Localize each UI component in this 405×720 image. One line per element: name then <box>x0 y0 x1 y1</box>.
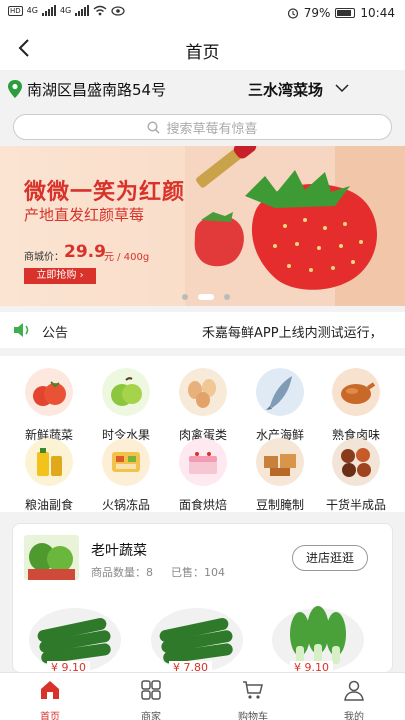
alarm-icon <box>287 8 298 19</box>
visit-shop-button[interactable]: 进店逛逛 <box>292 545 368 571</box>
announcement-text: 禾嘉每鲜APP上线内测试运行， <box>202 326 383 341</box>
home-icon <box>41 681 59 699</box>
pager-dot-active <box>198 294 214 300</box>
category-grain-oil[interactable]: 粮油副食 <box>14 438 84 513</box>
nav-bar: 首页 <box>0 28 405 70</box>
category-fruits[interactable]: 时令水果 <box>91 368 161 443</box>
cart-icon <box>243 681 263 699</box>
pager-dot <box>224 294 230 300</box>
buy-now-button[interactable]: 立即抢购 › <box>24 268 96 284</box>
banner-pager <box>182 294 230 300</box>
search-icon <box>147 120 161 134</box>
category-bakery[interactable]: 面食烘焙 <box>168 438 238 513</box>
location-pin-icon <box>8 80 22 98</box>
hotpot-icon <box>102 438 150 486</box>
product-card[interactable]: ¥ 9.10 <box>270 600 366 672</box>
fish-icon <box>256 368 304 416</box>
user-icon <box>344 680 364 701</box>
battery-percent: 79% <box>303 6 331 20</box>
tomato-icon <box>25 368 73 416</box>
battery-icon <box>335 8 356 18</box>
category-hotpot-frozen[interactable]: 火锅冻品 <box>91 438 161 513</box>
banner-price-label: 商城价： <box>24 252 64 263</box>
shop-name: 老叶蔬菜 <box>91 543 147 559</box>
hd-badge: HD <box>8 5 23 16</box>
roast-chicken-icon <box>332 368 380 416</box>
oil-icon <box>25 438 73 486</box>
product-card[interactable]: ¥ 7.80 <box>149 600 245 672</box>
category-grid: 新鲜蔬菜 时令水果 肉禽蛋类 水产海鲜 熟食卤味 粮油副食 火锅冻品 面食烘焙 … <box>0 356 405 512</box>
banner-headline: 微微一笑为红颜 <box>24 180 186 205</box>
shop-card[interactable]: 老叶蔬菜 商品数量：8 已售：104 进店逛逛 ¥ 9.10 ¥ 7.80 ¥ … <box>12 523 393 673</box>
tab-merchants[interactable]: 商家 <box>121 679 181 720</box>
category-seafood[interactable]: 水产海鲜 <box>245 368 315 443</box>
announcement-label: 公告 <box>42 326 69 341</box>
shop-thumbnail <box>24 535 79 580</box>
shop-sold-count: 已售：104 <box>171 566 225 579</box>
shop-goods-count: 商品数量：8 <box>91 566 153 579</box>
signal-icon-2 <box>75 5 90 16</box>
grid-icon <box>141 680 161 700</box>
announcement-bar[interactable]: 公告 禾嘉每鲜APP上线内测试运行， <box>0 312 405 348</box>
banner-subtitle: 产地直发红颜草莓 <box>24 206 145 224</box>
signal-icon <box>41 5 56 16</box>
eggs-icon <box>179 368 227 416</box>
strawberry-image <box>185 146 405 306</box>
tab-cart[interactable]: 购物车 <box>223 679 283 720</box>
promo-banner[interactable]: 微微一笑为红颜 产地直发红颜草莓 商城价： 29.9 元 / 400g 立即抢购… <box>0 146 405 306</box>
wifi-icon <box>93 5 107 16</box>
category-tofu-pickled[interactable]: 豆制腌制 <box>245 438 315 513</box>
speaker-icon <box>14 323 29 337</box>
chevron-down-icon[interactable] <box>335 82 349 94</box>
category-deli[interactable]: 熟食卤味 <box>321 368 391 443</box>
tab-profile[interactable]: 我的 <box>324 679 384 720</box>
category-meat-eggs[interactable]: 肉禽蛋类 <box>168 368 238 443</box>
search-section: 搜索草莓有惊喜 <box>0 108 405 146</box>
dried-goods-icon <box>332 438 380 486</box>
carrier-1: 4G <box>26 6 38 15</box>
category-vegetables[interactable]: 新鲜蔬菜 <box>14 368 84 443</box>
location-bar: 南湖区昌盛南路54号 三水湾菜场 <box>0 70 405 108</box>
category-dried-goods[interactable]: 干货半成品 <box>321 438 391 513</box>
tab-home[interactable]: 首页 <box>20 679 80 720</box>
bottom-tab-bar: 首页 商家 购物车 我的 <box>0 672 405 720</box>
product-card[interactable]: ¥ 9.10 <box>27 600 123 672</box>
store-selector[interactable]: 三水湾菜场 <box>248 79 323 100</box>
eye-icon <box>111 5 125 16</box>
apple-icon <box>102 368 150 416</box>
cake-icon <box>179 438 227 486</box>
page-title: 首页 <box>185 43 220 63</box>
carrier-2: 4G <box>59 6 72 15</box>
banner-price: 29.9 <box>64 242 106 262</box>
tofu-icon <box>256 438 304 486</box>
search-placeholder: 搜索草莓有惊喜 <box>166 121 258 137</box>
clock: 10:44 <box>360 6 395 20</box>
pager-dot <box>182 294 188 300</box>
search-input[interactable]: 搜索草莓有惊喜 <box>13 114 392 140</box>
status-bar: HD 4G 4G 79% 10:44 <box>0 0 405 28</box>
banner-unit: 元 / 400g <box>104 252 150 263</box>
delivery-address[interactable]: 南湖区昌盛南路54号 <box>27 79 166 100</box>
